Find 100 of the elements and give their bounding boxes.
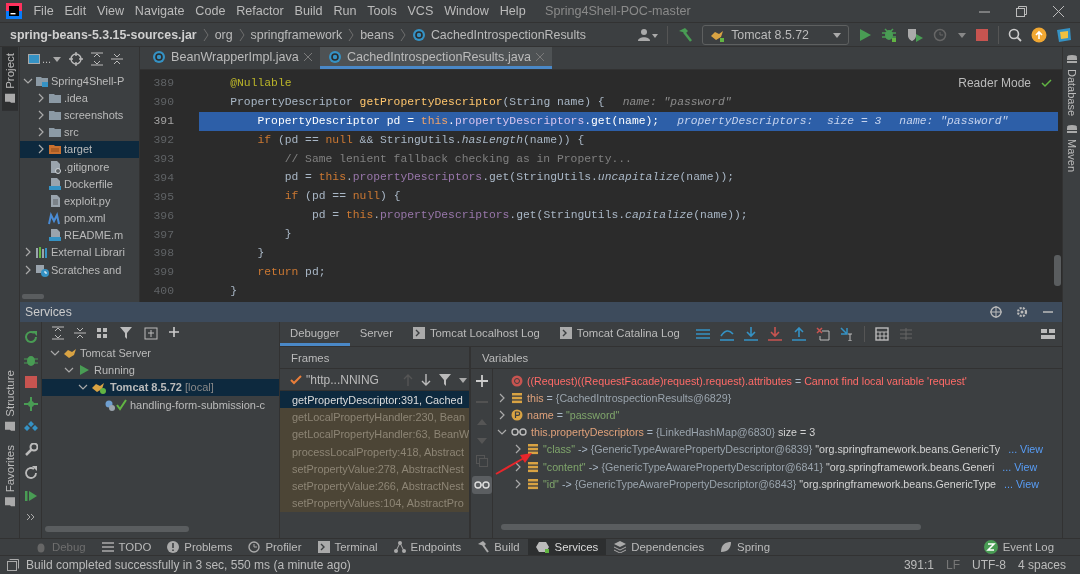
- list-icon[interactable]: [101, 541, 114, 553]
- warning-circle-icon[interactable]: [167, 541, 180, 553]
- target-icon[interactable]: [990, 306, 1002, 318]
- indent-setting[interactable]: 4 spaces: [1017, 558, 1066, 572]
- list-icon[interactable]: [695, 328, 710, 340]
- tree-item[interactable]: src: [64, 126, 79, 139]
- tool-window-tab[interactable]: Problems: [159, 539, 241, 555]
- debug-bug-icon[interactable]: [23, 353, 38, 367]
- caret-icon[interactable]: [53, 54, 62, 63]
- menu-item[interactable]: Navigate: [129, 4, 190, 18]
- scrollbar-thumb[interactable]: [1054, 255, 1061, 286]
- new-tab-icon[interactable]: [144, 326, 158, 340]
- scrollbar-thumb[interactable]: [22, 294, 44, 299]
- leaf-icon[interactable]: [720, 541, 733, 553]
- close-icon[interactable]: [1053, 5, 1064, 17]
- profiler-icon[interactable]: [248, 541, 261, 553]
- menu-item[interactable]: Run: [328, 4, 362, 18]
- user-icon[interactable]: [638, 27, 659, 42]
- view-link[interactable]: ... View: [1002, 460, 1038, 473]
- menu-item[interactable]: File: [28, 4, 60, 18]
- tool-window-tab[interactable]: Terminal: [309, 539, 386, 555]
- view-link[interactable]: ... View: [1004, 477, 1039, 490]
- tree-item[interactable]: screenshots: [64, 108, 124, 121]
- settings-icon[interactable]: [1016, 306, 1028, 318]
- view-selector[interactable]: ...: [28, 52, 62, 65]
- tree-item[interactable]: Running: [94, 363, 135, 376]
- run-to-cursor-icon[interactable]: [839, 327, 854, 341]
- run-configuration-dropdown[interactable]: Tomcat 8.5.72: [702, 24, 849, 45]
- hammer-icon[interactable]: [677, 26, 694, 43]
- tool-window-tab[interactable]: Project: [1, 47, 18, 111]
- reader-mode-link[interactable]: Reader Mode: [958, 76, 1031, 90]
- locate-icon[interactable]: [69, 51, 84, 66]
- group-icon[interactable]: [96, 326, 110, 340]
- tree-item[interactable]: Tomcat Server: [80, 346, 151, 359]
- close-icon[interactable]: [303, 52, 312, 61]
- menu-item[interactable]: Tools: [361, 4, 403, 18]
- tree-item[interactable]: README.m: [64, 229, 124, 242]
- thread-selector[interactable]: "http...NNING: [290, 372, 379, 387]
- expand-all-icon[interactable]: [91, 51, 104, 66]
- tool-window-tab[interactable]: Endpoints: [385, 539, 470, 555]
- breadcrumb[interactable]: CachedIntrospectionResults: [430, 27, 586, 42]
- refresh-icon[interactable]: [23, 466, 38, 480]
- tool-window-tab[interactable]: Event Log: [975, 539, 1062, 555]
- filter-icon[interactable]: [120, 326, 134, 340]
- tree-item[interactable]: pom.xml: [64, 212, 106, 225]
- search-icon[interactable]: [1008, 27, 1022, 42]
- collapse-all-icon[interactable]: [111, 51, 124, 66]
- tool-window-tab[interactable]: Dependencies: [606, 539, 713, 555]
- watches-toggle[interactable]: [471, 476, 492, 494]
- menu-item[interactable]: Edit: [59, 4, 92, 18]
- editor-tab[interactable]: BeanWrapperImpl.java: [144, 47, 320, 69]
- deploy-icon[interactable]: [23, 397, 38, 411]
- tool-window-tab[interactable]: Favorites: [1, 438, 18, 514]
- tree-item[interactable]: exploit.py: [64, 194, 111, 207]
- step-over-icon[interactable]: [719, 327, 734, 341]
- tree-item[interactable]: handling-form-submission-c: [130, 398, 266, 411]
- add-icon[interactable]: [168, 326, 182, 340]
- tool-window-tab[interactable]: Structure: [1, 364, 18, 439]
- collapse-all-icon[interactable]: [74, 326, 86, 340]
- more-icon[interactable]: [25, 512, 36, 522]
- breadcrumb[interactable]: org: [214, 27, 233, 42]
- filter-icon[interactable]: [438, 373, 451, 386]
- caret-icon[interactable]: [833, 30, 841, 39]
- tree-item[interactable]: External Librari: [51, 246, 125, 259]
- caret-position[interactable]: 391:1: [903, 558, 934, 572]
- debugger-tab[interactable]: Debugger: [280, 322, 350, 346]
- menu-item[interactable]: Build: [289, 4, 328, 18]
- stack-frame[interactable]: getPropertyDescriptor:391, Cached: [280, 391, 469, 409]
- caret-icon[interactable]: [458, 375, 467, 384]
- tool-window-tab[interactable]: Database: [1064, 50, 1079, 121]
- editor-tab[interactable]: CachedIntrospectionResults.java: [319, 47, 552, 69]
- debugger-tab[interactable]: Server: [349, 322, 403, 346]
- nodes-icon[interactable]: [23, 420, 38, 434]
- plugin-logo-icon[interactable]: [1056, 26, 1072, 43]
- force-step-into-icon[interactable]: [767, 327, 782, 341]
- drop-frame-icon[interactable]: [815, 327, 830, 341]
- tree-item[interactable]: target: [64, 143, 93, 156]
- scrollbar-thumb[interactable]: [45, 526, 189, 532]
- tool-window-tab[interactable]: TODO: [93, 539, 160, 555]
- tool-window-tab[interactable]: Build: [469, 539, 528, 555]
- debugger-tab[interactable]: Tomcat Localhost Log: [402, 322, 550, 346]
- rerun-icon[interactable]: [23, 330, 38, 344]
- add-icon[interactable]: [475, 375, 488, 387]
- menu-item[interactable]: Window: [438, 4, 495, 18]
- run-icon[interactable]: [858, 27, 872, 42]
- services-icon[interactable]: [535, 541, 550, 553]
- stop-icon[interactable]: [24, 376, 37, 388]
- tree-item[interactable]: Dockerfile: [64, 177, 113, 190]
- step-out-icon[interactable]: [791, 327, 806, 341]
- file-encoding[interactable]: UTF-8: [971, 558, 1006, 572]
- scrollbar-thumb[interactable]: [501, 524, 921, 530]
- stop-icon[interactable]: [975, 27, 989, 42]
- menu-item[interactable]: Refactor: [230, 4, 290, 18]
- menu-item[interactable]: View: [91, 4, 130, 18]
- tree-item[interactable]: .gitignore: [64, 160, 110, 173]
- restore-icon[interactable]: [1016, 5, 1027, 17]
- tool-window-tab[interactable]: Spring: [712, 539, 778, 555]
- update-icon[interactable]: [1031, 26, 1047, 43]
- layout-icon[interactable]: [1040, 327, 1056, 341]
- tool-window-tab[interactable]: Services: [527, 539, 607, 555]
